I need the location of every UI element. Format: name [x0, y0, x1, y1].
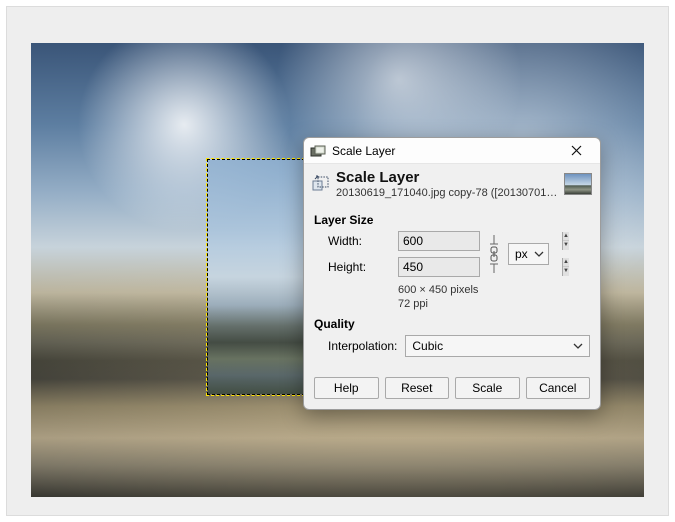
help-button[interactable]: Help — [314, 377, 379, 399]
dialog-titlebar[interactable]: Scale Layer — [304, 138, 600, 164]
layer-size-heading: Layer Size — [314, 213, 590, 227]
dialog-header: Scale Layer 20130619_171040.jpg copy-78 … — [304, 164, 600, 203]
chevron-down-icon — [573, 341, 583, 351]
height-input[interactable] — [399, 258, 562, 276]
height-step-down[interactable]: ▼ — [563, 267, 569, 276]
dialog-subtitle: 20130619_171040.jpg copy-78 ([20130701_.… — [336, 187, 558, 199]
close-button[interactable] — [556, 141, 596, 161]
close-icon — [571, 145, 582, 156]
image-canvas: Scale Layer Scale Layer — [31, 43, 644, 497]
height-label: Height: — [328, 260, 392, 274]
page-frame: Scale Layer Scale Layer — [6, 6, 669, 516]
dialog-heading: Scale Layer — [336, 170, 558, 187]
pixel-dimensions-text: 600 × 450 pixels — [398, 283, 590, 297]
app-icon — [310, 143, 326, 159]
width-field[interactable]: ▲ ▼ — [398, 231, 480, 251]
dialog-title: Scale Layer — [332, 144, 556, 158]
quality-heading: Quality — [314, 317, 590, 331]
reset-button[interactable]: Reset — [385, 377, 450, 399]
resolution-text: 72 ppi — [398, 297, 590, 311]
interpolation-value: Cubic — [412, 339, 443, 353]
height-step-up[interactable]: ▲ — [563, 258, 569, 268]
width-step-up[interactable]: ▲ — [563, 232, 569, 242]
layer-thumbnail — [564, 173, 592, 195]
interpolation-label: Interpolation: — [328, 339, 397, 353]
width-label: Width: — [328, 234, 392, 248]
dialog-button-row: Help Reset Scale Cancel — [304, 367, 600, 409]
scale-layer-dialog: Scale Layer Scale Layer — [303, 137, 601, 410]
height-field[interactable]: ▲ ▼ — [398, 257, 480, 277]
scale-button[interactable]: Scale — [455, 377, 520, 399]
scale-icon — [312, 175, 330, 193]
cancel-button[interactable]: Cancel — [526, 377, 591, 399]
interpolation-select[interactable]: Cubic — [405, 335, 590, 357]
